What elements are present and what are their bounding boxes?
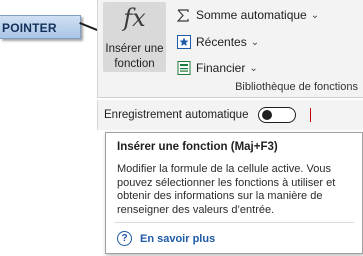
toggle-knob	[262, 110, 272, 120]
tooltip-title: Insérer une fonction (Maj+F3)	[117, 141, 278, 153]
autosave-label: Enregistrement automatique	[104, 109, 249, 121]
ribbon-divider	[97, 97, 363, 98]
insert-function-label: Insérer une fonction	[105, 43, 164, 70]
pointer-callout: POINTER	[0, 15, 81, 39]
book-icon	[176, 61, 191, 76]
learn-more-label: En savoir plus	[140, 232, 216, 245]
sigma-icon	[176, 8, 191, 23]
help-icon: ?	[117, 231, 132, 246]
star-icon	[176, 35, 191, 50]
text-cursor-mark	[310, 108, 311, 122]
fx-icon: fx	[123, 4, 146, 32]
function-library-group-label: Bibliothèque de fonctions	[235, 81, 358, 93]
autosave-toggle[interactable]	[258, 107, 296, 123]
chevron-down-icon: ⌄	[250, 36, 260, 48]
tooltip-description: Modifier la formule de la cellule active…	[117, 163, 336, 216]
financial-functions-label: Financier	[196, 61, 246, 75]
financial-functions-button[interactable]: Financier ⌄	[176, 59, 258, 77]
recent-functions-label: Récentes	[196, 35, 247, 49]
autosum-button[interactable]: Somme automatique ⌄	[176, 6, 319, 24]
insert-function-button[interactable]: fx Insérer une fonction	[103, 2, 166, 72]
chevron-down-icon: ⌄	[310, 9, 320, 21]
insert-function-tooltip: Insérer une fonction (Maj+F3) Modifier l…	[105, 132, 363, 254]
chevron-down-icon: ⌄	[249, 62, 258, 74]
learn-more-link[interactable]: ? En savoir plus	[117, 231, 215, 246]
recent-functions-button[interactable]: Récentes ⌄	[176, 33, 259, 51]
tooltip-divider	[114, 222, 354, 223]
ribbon-function-library: fx Insérer une fonction Somme automatiqu…	[97, 0, 363, 98]
autosum-label: Somme automatique	[196, 8, 307, 22]
autosave-bar: Enregistrement automatique	[97, 100, 363, 130]
pointer-callout-label: POINTER	[2, 21, 57, 35]
